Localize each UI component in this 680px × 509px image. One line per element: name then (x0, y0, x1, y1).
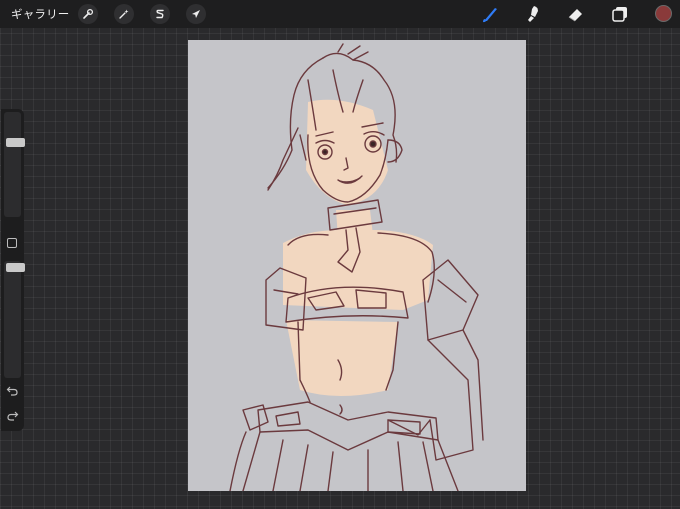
brush-size-slider[interactable] (4, 112, 25, 217)
magic-wand-icon (119, 9, 129, 19)
opacity-thumb[interactable] (6, 263, 25, 272)
wrench-icon (83, 8, 94, 19)
top-toolbar: ギャラリー (0, 0, 680, 28)
character-sketch (229, 43, 484, 491)
redo-icon[interactable] (6, 410, 19, 422)
arrow-cursor-icon (192, 10, 200, 18)
undo-icon[interactable] (6, 385, 19, 397)
eraser-icon (568, 9, 582, 22)
eraser-tool-button[interactable] (565, 3, 587, 25)
brush-size-thumb[interactable] (6, 138, 25, 147)
opacity-slider[interactable] (4, 261, 25, 378)
selection-s-icon (156, 9, 164, 19)
square-modify-icon[interactable] (7, 238, 17, 248)
adjustments-button[interactable] (114, 4, 134, 24)
color-swatch-button[interactable] (655, 5, 672, 22)
actions-button[interactable] (78, 4, 98, 24)
smudge-icon (528, 6, 538, 22)
left-sidebar (1, 109, 25, 431)
layers-icon (612, 7, 627, 22)
transform-button[interactable] (186, 4, 206, 24)
smudge-tool-button[interactable] (522, 3, 544, 25)
drawing-canvas[interactable] (188, 40, 526, 491)
brush-active-stroke (484, 8, 497, 21)
gallery-button[interactable]: ギャラリー (11, 6, 70, 22)
selection-button[interactable] (150, 4, 170, 24)
brush-tool-button[interactable] (479, 3, 501, 25)
layers-button[interactable] (609, 3, 631, 25)
brush-icon (483, 8, 497, 23)
